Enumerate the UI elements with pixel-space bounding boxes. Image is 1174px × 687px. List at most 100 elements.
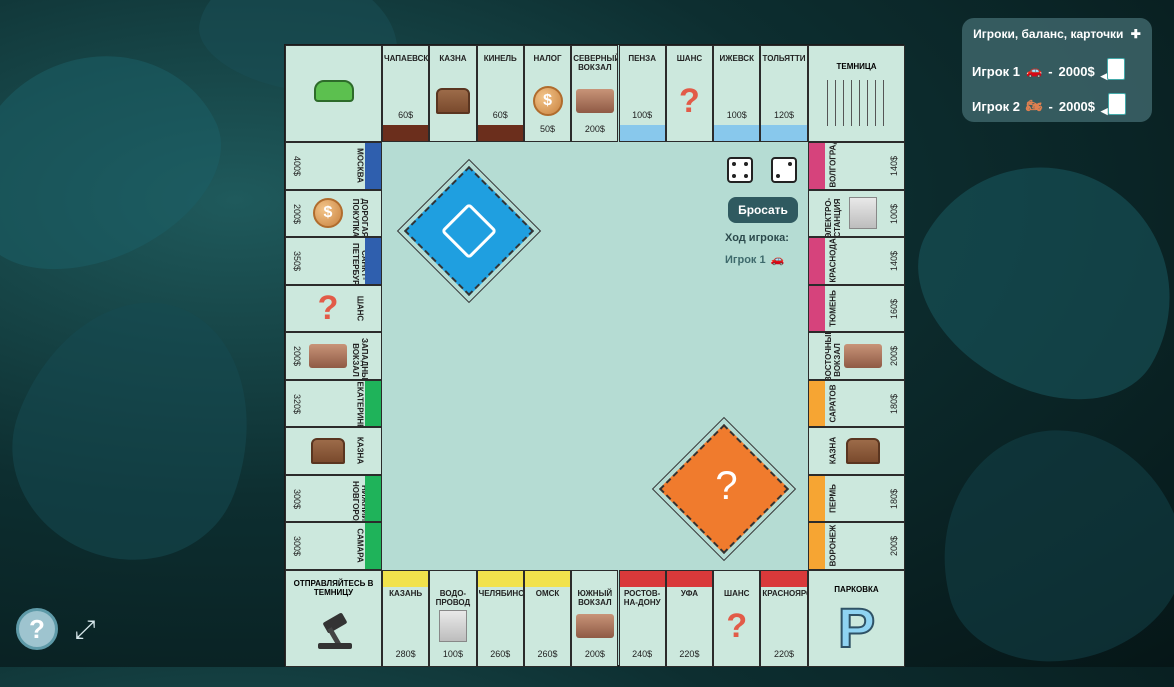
- motorcycle-icon: 🏍: [1026, 98, 1043, 113]
- cell-price: 220$: [679, 649, 700, 659]
- cell-price: 200$: [889, 345, 899, 367]
- board-cell[interactable]: ШАНС?: [285, 284, 382, 332]
- board-cell[interactable]: МОСКВА 400$: [285, 142, 382, 190]
- cell-price: 100$: [632, 110, 653, 120]
- board-cell[interactable]: ДОРОГАЯ ПОКУПКА $200$: [285, 189, 382, 237]
- board-cell[interactable]: НИЖНИЙ НОВГОРОД300$: [285, 474, 382, 522]
- board-cell[interactable]: ТЮМЕНЬ 160$: [808, 284, 905, 332]
- board-cell[interactable]: ЗАПАДНЫЙ ВОКЗАЛ 200$: [285, 332, 382, 380]
- board-cell[interactable]: ВОСТОЧНЫЙ ВОКЗАЛ 200$: [808, 332, 905, 380]
- cell-name: ВОСТОЧНЫЙ ВОКЗАЛ: [824, 332, 842, 380]
- board-cell[interactable]: ВОРОНЕЖ 200$: [808, 522, 905, 570]
- board-cell[interactable]: САМАРА 300$: [285, 522, 382, 570]
- corner-jail: ТЕМНИЦА: [808, 45, 905, 142]
- player-name: Игрок 1: [972, 63, 1020, 79]
- help-button[interactable]: ?: [16, 608, 58, 650]
- player-row[interactable]: Игрок 1 🚗 - 2000$ ◂: [972, 58, 1126, 84]
- cell-price: 100$: [442, 649, 463, 659]
- cell-name: КРАСНОЯРСК: [762, 589, 807, 598]
- board-cell[interactable]: НАЛОГ $50$: [523, 45, 572, 142]
- fullscreen-icon[interactable]: ⤢: [68, 612, 102, 646]
- cell-name: ПЕРМЬ: [828, 483, 838, 513]
- cell-price: 350$: [292, 250, 302, 272]
- board-cell[interactable]: КРАСНОЯРСК 220$: [760, 570, 808, 667]
- game-board: ТЕМНИЦА ОТПРАВЛЯЙТЕСЬ В ТЕМНИЦУ ПАРКОВКА…: [284, 44, 905, 667]
- cell-price: 280$: [395, 649, 416, 659]
- jail-bars-icon: [827, 80, 889, 126]
- cell-price: 220$: [774, 649, 795, 659]
- board-cell[interactable]: КИНЕЛЬ 60$: [476, 45, 524, 142]
- board-cell[interactable]: КРАСНОДАР 140$: [808, 237, 905, 285]
- cell-name: САМАРА: [355, 528, 365, 563]
- cards-icon[interactable]: ◂: [1101, 93, 1126, 119]
- plus-icon[interactable]: ✚: [1131, 27, 1141, 41]
- color-band: [383, 125, 429, 141]
- board-cell[interactable]: ВОДО-ПРОВОД 100$: [429, 570, 477, 667]
- treasure-chest-icon: [435, 88, 470, 114]
- cell-name: САРАТОВ: [828, 383, 838, 423]
- board-cell[interactable]: КАЗНА: [285, 427, 382, 475]
- cell-name: ЮЖНЫЙ ВОКЗАЛ: [577, 589, 613, 607]
- die: [771, 157, 797, 183]
- board-cell[interactable]: ТОЛЬЯТТИ 120$: [760, 45, 808, 142]
- board-cell[interactable]: ШАНС?: [665, 45, 714, 142]
- cell-name: НАЛОГ: [533, 54, 562, 63]
- board-cell[interactable]: КАЗАНЬ 280$: [382, 570, 430, 667]
- board-cell[interactable]: КАЗНА: [429, 45, 477, 142]
- question-icon: ?: [726, 606, 748, 645]
- cell-name: ШАНС: [355, 295, 365, 321]
- players-panel: Игроки, баланс, карточки ✚ Игрок 1 🚗 - 2…: [962, 18, 1152, 122]
- cell-price: 140$: [889, 155, 899, 177]
- board-cell[interactable]: ИЖЕВСК 100$: [713, 45, 761, 142]
- train-icon: [309, 343, 347, 368]
- color-band: [619, 571, 665, 587]
- cell-name: КРАСНОДАР: [828, 237, 838, 283]
- board-cell[interactable]: ЧЕЛЯБИНСК 260$: [476, 570, 524, 667]
- board-cell[interactable]: САНКТ-ПЕТЕРБУРГ350$: [285, 237, 382, 285]
- board-cell[interactable]: ЮЖНЫЙ ВОКЗАЛ 200$: [571, 570, 619, 667]
- color-band: [666, 571, 713, 587]
- train-icon: [844, 343, 882, 368]
- board-cell[interactable]: ЭЛЕКТРО-СТАНЦИЯ 100$: [808, 189, 905, 237]
- board-cell[interactable]: ШАНС?: [713, 570, 761, 667]
- cell-price: 260$: [490, 649, 511, 659]
- color-band: [809, 143, 825, 189]
- board-cell[interactable]: ВОЛГОГРАД 140$: [808, 142, 905, 190]
- color-band: [809, 285, 825, 331]
- cell-price: 320$: [292, 393, 302, 414]
- board-cell[interactable]: УФА 220$: [665, 570, 714, 667]
- board-cell[interactable]: КАЗНА: [808, 427, 905, 475]
- board-cell[interactable]: ПЕРМЬ 180$: [808, 474, 905, 522]
- color-band: [809, 238, 825, 284]
- player-name: Игрок 2: [972, 98, 1020, 114]
- color-band: [365, 143, 381, 189]
- question-icon: ?: [317, 288, 339, 327]
- player-row[interactable]: Игрок 2 🏍 - 2000$ ◂: [972, 93, 1126, 119]
- parking-icon: P: [837, 595, 876, 660]
- board-cell[interactable]: САРАТОВ 180$: [808, 379, 905, 427]
- treasure-chest-icon: [846, 437, 880, 464]
- cell-name: ЗАПАДНЫЙ ВОКЗАЛ: [351, 338, 369, 380]
- cell-price: 200$: [584, 124, 605, 134]
- cell-name: ЕКАТЕРИНБУРГ: [355, 381, 365, 427]
- color-band: [365, 238, 381, 284]
- train-icon: [575, 89, 614, 113]
- player-balance: 2000$: [1058, 63, 1095, 79]
- board-cell[interactable]: ОМСК 260$: [523, 570, 572, 667]
- power-station-icon: [849, 197, 877, 230]
- roll-dice-button[interactable]: Бросать: [728, 197, 798, 223]
- cards-icon[interactable]: ◂: [1101, 58, 1126, 84]
- corner-parking: ПАРКОВКА P: [808, 570, 905, 667]
- cell-price: 200$: [584, 649, 605, 659]
- board-cell[interactable]: ЧАПАЕВСК 60$: [382, 45, 430, 142]
- die: [727, 157, 753, 183]
- question-icon: ?: [679, 81, 700, 120]
- cell-price: 180$: [889, 393, 899, 414]
- board-cell[interactable]: ЕКАТЕРИНБУРГ 320$: [285, 379, 382, 427]
- start-car-icon: [314, 80, 354, 102]
- cell-price: 100$: [889, 203, 899, 224]
- board-cell[interactable]: РОСТОВ-НА-ДОНУ 240$: [618, 570, 666, 667]
- cell-price: 200$: [889, 535, 899, 557]
- board-cell[interactable]: СЕВЕРНЫЙ ВОКЗАЛ 200$: [571, 45, 619, 142]
- board-cell[interactable]: ПЕНЗА 100$: [618, 45, 666, 142]
